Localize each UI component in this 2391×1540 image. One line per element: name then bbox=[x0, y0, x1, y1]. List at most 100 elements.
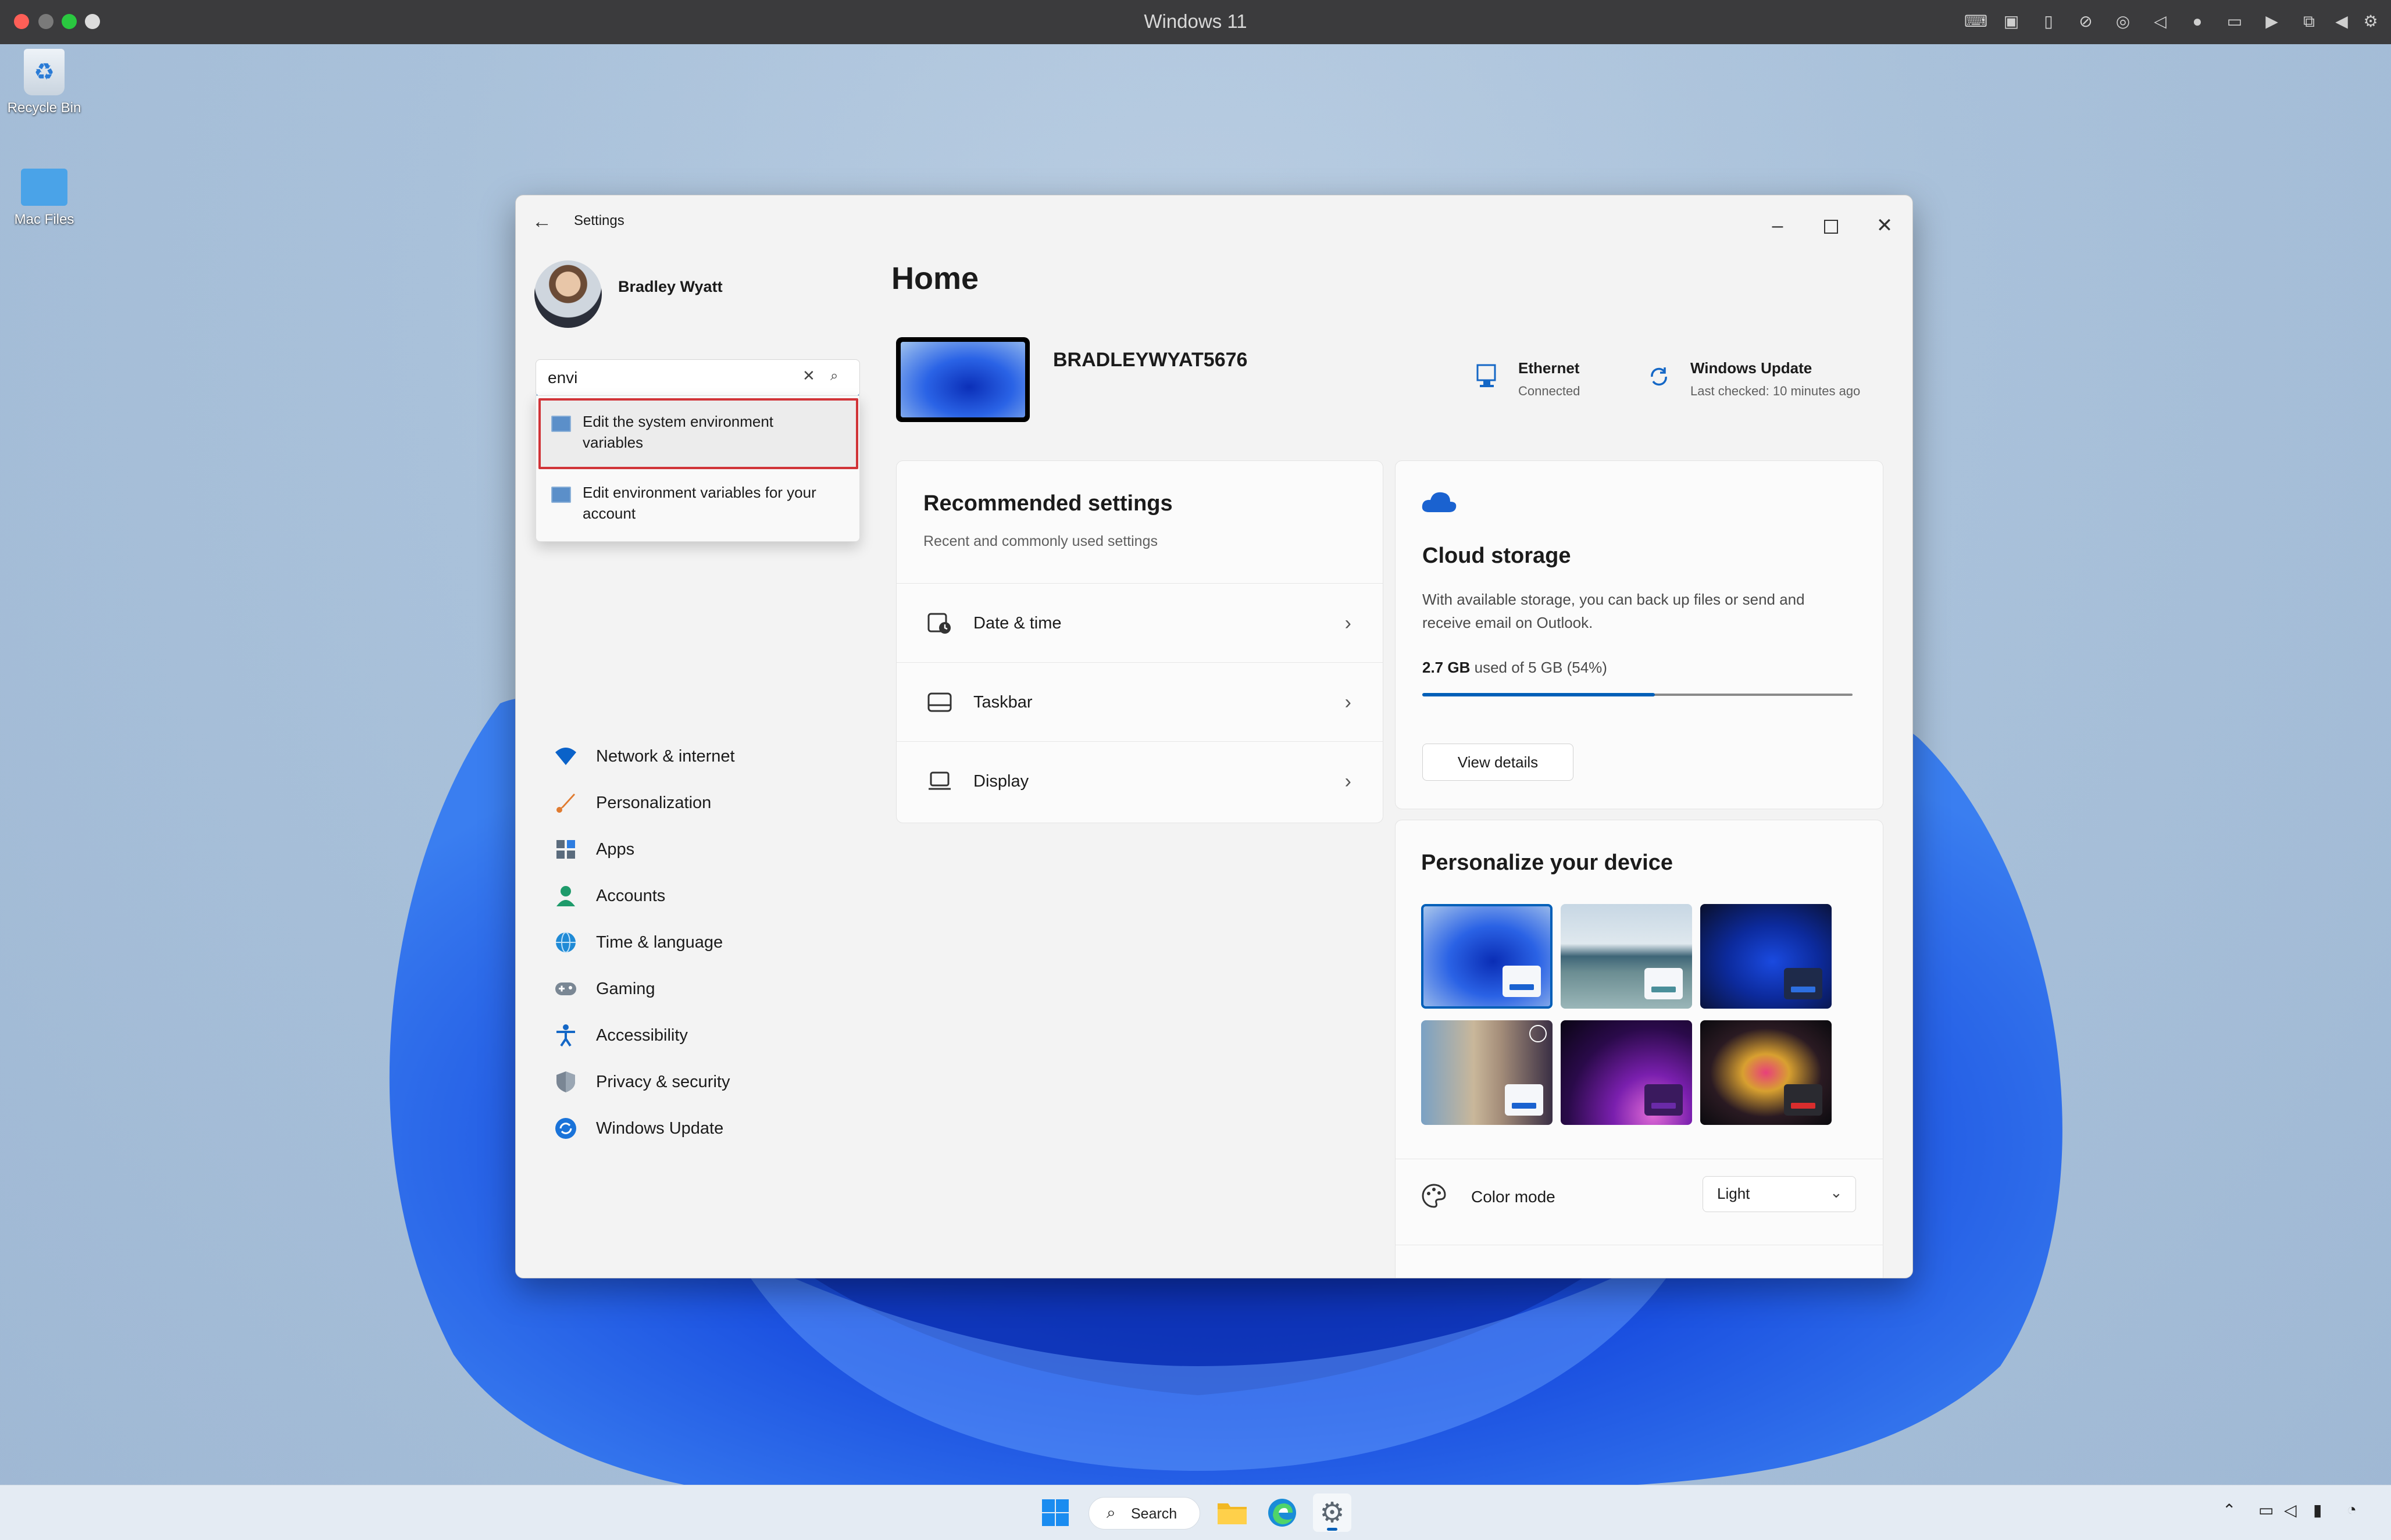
cloud-storage-used: 2.7 GB bbox=[1422, 659, 1471, 676]
notification-icon[interactable]: ◔ bbox=[2347, 1500, 2357, 1519]
ethernet-status: Connected bbox=[1518, 384, 1580, 398]
recommended-item-display[interactable]: Display › bbox=[897, 741, 1383, 821]
search-result-label: Edit the system environment variables bbox=[583, 413, 774, 451]
person-icon bbox=[553, 883, 579, 909]
controller-icon bbox=[553, 976, 579, 1002]
theme-thumbnail[interactable] bbox=[1700, 904, 1832, 1009]
apps-icon bbox=[553, 837, 579, 862]
arrow-left-icon[interactable]: ◀ bbox=[2332, 13, 2351, 30]
taskbar-search-label: Search bbox=[1131, 1506, 1177, 1522]
chevron-right-icon: › bbox=[1344, 770, 1351, 792]
color-mode-dropdown[interactable]: Light ⌄ bbox=[1703, 1176, 1856, 1212]
chevron-right-icon: › bbox=[1344, 612, 1351, 634]
search-box[interactable]: ✕ ⌕ bbox=[536, 359, 860, 397]
chevron-down-icon: ⌄ bbox=[1830, 1184, 1843, 1201]
minimize-button[interactable]: – bbox=[1760, 208, 1795, 243]
settings-taskbar-button[interactable]: ⚙ bbox=[1313, 1493, 1351, 1532]
ethernet-title[interactable]: Ethernet bbox=[1518, 359, 1579, 377]
search-result-item[interactable]: Edit environment variables for your acco… bbox=[538, 470, 854, 537]
theme-thumbnail[interactable] bbox=[1700, 1020, 1832, 1125]
globe-icon bbox=[553, 930, 579, 955]
user-name: Bradley Wyatt bbox=[618, 278, 723, 295]
cloud-storage-title: Cloud storage bbox=[1422, 544, 1571, 568]
search-result-item[interactable]: Edit the system environment variables bbox=[538, 398, 858, 469]
windows-logo-icon bbox=[1042, 1499, 1069, 1526]
theme-thumbnail[interactable] bbox=[1421, 904, 1553, 1009]
keyboard-icon[interactable]: ⌨ bbox=[1964, 13, 1987, 30]
start-button[interactable] bbox=[1036, 1493, 1075, 1532]
windows-update-title[interactable]: Windows Update bbox=[1690, 359, 1812, 377]
recommended-item-date-time[interactable]: Date & time › bbox=[897, 583, 1383, 663]
edge-button[interactable] bbox=[1263, 1493, 1301, 1532]
cloud-storage-used-text: used of 5 GB (54%) bbox=[1474, 659, 1607, 676]
search-results: Edit the system environment variables Ed… bbox=[536, 395, 860, 542]
cloud-storage-usage: 2.7 GB used of 5 GB (54%) bbox=[1422, 659, 1607, 677]
nav-windows-update[interactable]: Windows Update bbox=[539, 1107, 847, 1150]
close-button[interactable]: ✕ bbox=[1867, 208, 1902, 243]
screen-share-icon[interactable]: ⧉ bbox=[2299, 13, 2319, 30]
search-result-label: Edit environment variables for your acco… bbox=[583, 484, 816, 522]
device-name[interactable]: BRADLEYWYAT5676 bbox=[1053, 349, 1247, 371]
settings-window: ← Settings – ✕ Bradley Wyatt ✕ ⌕ Edit th… bbox=[515, 195, 1913, 1278]
nav-personalization[interactable]: Personalization bbox=[539, 781, 847, 824]
cpu-icon[interactable]: ▣ bbox=[2001, 13, 2021, 30]
clock-icon bbox=[926, 612, 954, 635]
search-input[interactable] bbox=[547, 367, 781, 389]
taskbar: ⌕ Search ⚙ ⌃ ▭ ◁ ▮ ◔ bbox=[0, 1485, 2391, 1540]
recommended-subtitle: Recent and commonly used settings bbox=[923, 533, 1158, 549]
microphone-icon[interactable]: ● bbox=[2187, 13, 2207, 30]
mac-window-title: Windows 11 bbox=[1144, 10, 1247, 32]
recycle-bin-icon: ♻ bbox=[24, 49, 65, 95]
nav-accounts[interactable]: Accounts bbox=[539, 874, 847, 917]
network-icon[interactable]: ▭ bbox=[2258, 1500, 2274, 1520]
theme-thumbnail[interactable] bbox=[1561, 904, 1692, 1009]
theme-thumbnail[interactable] bbox=[1561, 1020, 1692, 1125]
nav-apps[interactable]: Apps bbox=[539, 828, 847, 871]
file-explorer-button[interactable] bbox=[1213, 1493, 1251, 1532]
video-icon[interactable]: ▶ bbox=[2262, 13, 2282, 30]
system-properties-icon bbox=[551, 416, 571, 432]
network-icon[interactable]: ◎ bbox=[2113, 13, 2133, 30]
taskbar-icon bbox=[926, 692, 954, 712]
edge-icon bbox=[1268, 1499, 1296, 1527]
drive-icon[interactable]: ▭ bbox=[2225, 13, 2244, 30]
view-details-button[interactable]: View details bbox=[1422, 744, 1573, 781]
windows-update-status: Last checked: 10 minutes ago bbox=[1690, 384, 1861, 398]
personalize-card: Personalize your device Color mode Light… bbox=[1395, 820, 1883, 1278]
speaker-icon[interactable]: ◁ bbox=[2150, 13, 2170, 30]
usb-icon[interactable]: ▯ bbox=[2039, 13, 2058, 30]
camera-off-icon[interactable]: ⊘ bbox=[2076, 13, 2096, 30]
taskbar-search[interactable]: ⌕ Search bbox=[1089, 1497, 1200, 1530]
folder-icon bbox=[1218, 1503, 1247, 1524]
cloud-storage-description: With available storage, you can back up … bbox=[1422, 591, 1805, 631]
theme-thumbnail[interactable] bbox=[1421, 1020, 1553, 1125]
system-properties-icon bbox=[551, 487, 571, 503]
nav-gaming[interactable]: Gaming bbox=[539, 967, 847, 1010]
recycle-bin-shortcut[interactable]: ♻ Recycle Bin bbox=[3, 49, 85, 116]
recycle-bin-label: Recycle Bin bbox=[7, 100, 81, 116]
search-icon[interactable]: ⌕ bbox=[830, 368, 838, 384]
accessibility-icon bbox=[553, 1023, 579, 1048]
maximize-button[interactable] bbox=[1814, 208, 1848, 243]
recommended-item-taskbar[interactable]: Taskbar › bbox=[897, 662, 1383, 742]
clear-search-icon[interactable]: ✕ bbox=[802, 367, 815, 385]
nav-time-language[interactable]: Time & language bbox=[539, 921, 847, 964]
nav-network[interactable]: Network & internet bbox=[539, 735, 847, 778]
mac-files-label: Mac Files bbox=[14, 212, 74, 227]
windows-update-status-icon bbox=[1646, 364, 1672, 390]
volume-icon[interactable]: ◁ bbox=[2284, 1500, 2297, 1520]
battery-icon[interactable]: ▮ bbox=[2313, 1500, 2322, 1520]
chevron-up-icon[interactable]: ⌃ bbox=[2222, 1500, 2236, 1520]
brush-icon bbox=[553, 790, 579, 816]
back-button[interactable]: ← bbox=[532, 210, 552, 233]
device-image bbox=[896, 337, 1030, 422]
mac-files-shortcut[interactable]: Mac Files bbox=[3, 169, 85, 228]
avatar[interactable] bbox=[534, 260, 602, 328]
color-mode-value: Light bbox=[1717, 1185, 1750, 1202]
nav-privacy-security[interactable]: Privacy & security bbox=[539, 1060, 847, 1103]
nav-accessibility[interactable]: Accessibility bbox=[539, 1014, 847, 1057]
window-title: Settings bbox=[574, 213, 624, 228]
palette-icon bbox=[1421, 1183, 1449, 1211]
gear-icon[interactable]: ⚙ bbox=[2361, 13, 2381, 30]
personalize-title: Personalize your device bbox=[1421, 851, 1673, 875]
